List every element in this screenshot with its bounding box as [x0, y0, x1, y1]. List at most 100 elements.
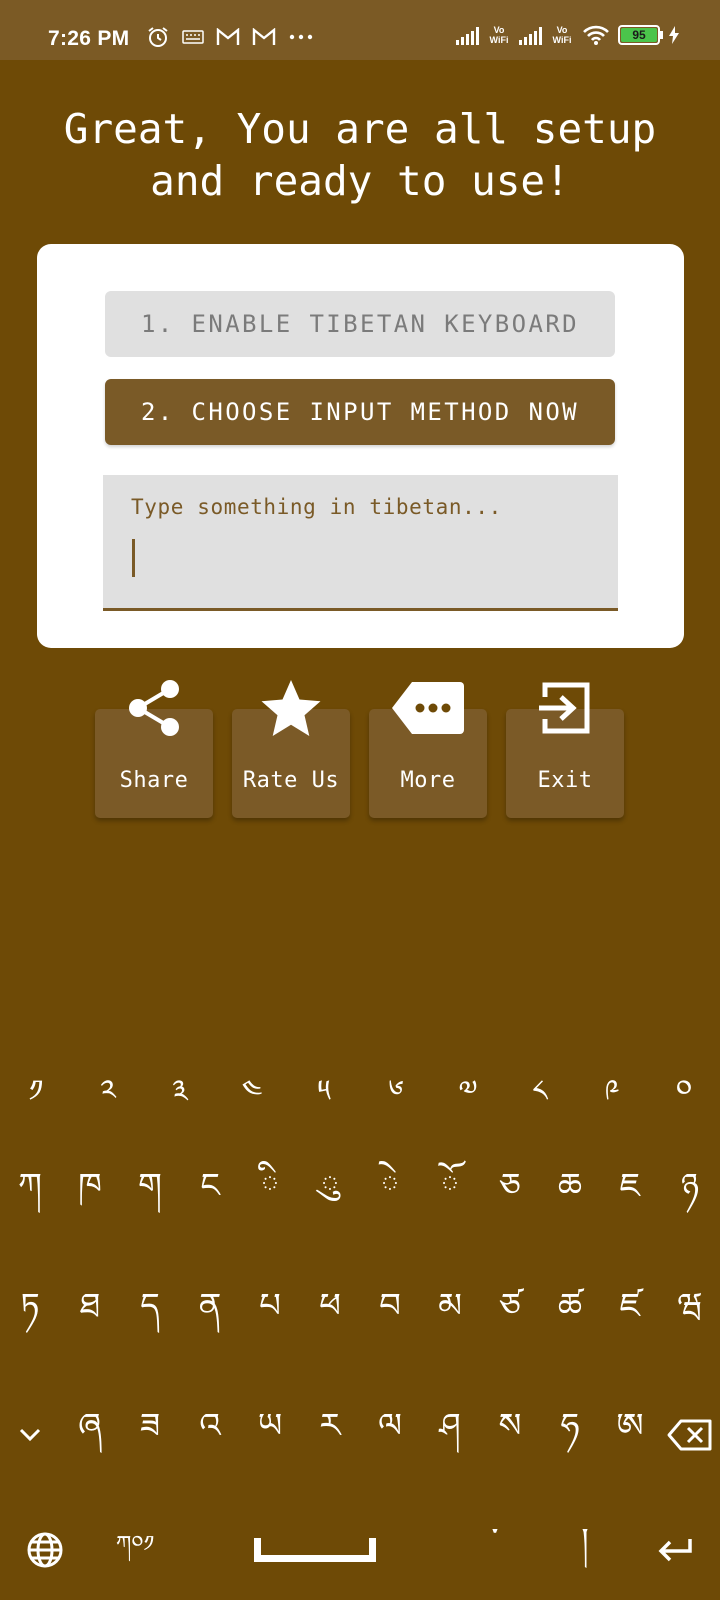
key[interactable]: ཟ — [120, 1380, 180, 1490]
key[interactable]: ༠ — [648, 1060, 720, 1140]
key[interactable]: ས — [480, 1380, 540, 1490]
rate-us-button[interactable]: Rate Us — [232, 672, 350, 818]
status-right-icons: Vo WiFi Vo WiFi 95 — [456, 24, 680, 46]
share-icon — [129, 680, 179, 736]
more-dots-icon — [289, 34, 313, 40]
key[interactable]: ཡ — [240, 1380, 300, 1490]
enable-keyboard-button[interactable]: 1. ENABLE TIBETAN KEYBOARD — [105, 291, 615, 357]
symbols-key[interactable]: ཀ༠༡ — [90, 1500, 180, 1600]
key[interactable]: ༧ — [432, 1060, 504, 1140]
key[interactable]: ༣ — [144, 1060, 216, 1140]
language-switch-key[interactable] — [0, 1500, 90, 1600]
exit-icon — [539, 682, 590, 734]
tsheg-key[interactable]: ་ — [450, 1500, 540, 1600]
key[interactable]: ལ — [360, 1380, 420, 1490]
key[interactable]: མ — [420, 1260, 480, 1370]
battery-icon: 95 — [618, 25, 663, 45]
key[interactable]: ཛ — [600, 1260, 660, 1370]
enter-icon — [658, 1539, 692, 1562]
keyboard-row-bottom: ཀ༠༡ ་ ། — [0, 1500, 720, 1600]
keyboard-row-4: ཞ ཟ འ ཡ ར ལ ཤ ས ཧ ཨ — [0, 1380, 720, 1490]
alarm-icon — [148, 27, 168, 47]
status-left-icons — [146, 25, 314, 49]
key[interactable]: ན — [180, 1260, 240, 1370]
key[interactable]: ར — [300, 1380, 360, 1490]
action-buttons: Share Rate Us More Exit — [95, 672, 624, 818]
keyboard-icon — [182, 30, 204, 44]
choose-input-method-button[interactable]: 2. CHOOSE INPUT METHOD NOW — [105, 379, 615, 445]
signal-icon — [519, 25, 542, 45]
gmail-icon — [252, 28, 276, 45]
key[interactable]: ང — [180, 1140, 240, 1250]
key[interactable]: འ — [180, 1380, 240, 1490]
key[interactable]: བ — [360, 1260, 420, 1370]
shad-key[interactable]: ། — [540, 1500, 630, 1600]
signal-icon — [456, 25, 479, 45]
keyboard-row-2: ཀ ཁ ག ང ◌ི ◌ུ ◌ེ ◌ོ ཅ ཆ ཇ ཉ — [0, 1140, 720, 1250]
key[interactable]: ༥ — [288, 1060, 360, 1140]
text-cursor — [132, 539, 135, 577]
space-bar-icon — [254, 1538, 376, 1562]
rate-us-label: Rate Us — [242, 768, 340, 793]
status-bar: 7:26 PM Vo WiFi Vo WiFi 95 — [0, 0, 720, 60]
gmail-icon — [216, 28, 240, 45]
key[interactable]: ◌ོ — [420, 1140, 480, 1250]
vowifi-label: Vo WiFi — [489, 25, 509, 45]
space-key[interactable] — [180, 1500, 450, 1600]
key[interactable]: ཀ — [0, 1140, 60, 1250]
key[interactable]: ༦ — [360, 1060, 432, 1140]
key[interactable]: ཤ — [420, 1380, 480, 1490]
key[interactable]: ཉ — [660, 1140, 720, 1250]
key[interactable]: ཨ — [600, 1380, 660, 1490]
key[interactable]: ༡ — [0, 1060, 72, 1140]
key[interactable]: ཐ — [60, 1260, 120, 1370]
globe-icon — [27, 1532, 63, 1568]
key[interactable]: ༨ — [504, 1060, 576, 1140]
key[interactable]: པ — [240, 1260, 300, 1370]
setup-card: 1. ENABLE TIBETAN KEYBOARD 2. CHOOSE INP… — [37, 244, 684, 648]
key[interactable]: ཙ — [480, 1260, 540, 1370]
key[interactable]: ༢ — [72, 1060, 144, 1140]
key[interactable]: ◌ེ — [360, 1140, 420, 1250]
key[interactable]: ༩ — [576, 1060, 648, 1140]
more-button[interactable]: More — [369, 672, 487, 818]
key[interactable]: ཆ — [540, 1140, 600, 1250]
share-button[interactable]: Share — [95, 672, 213, 818]
chevron-down-icon — [19, 1428, 41, 1442]
exit-button[interactable]: Exit — [506, 672, 624, 818]
key[interactable]: ཝ — [660, 1260, 720, 1370]
key[interactable]: ◌ུ — [300, 1140, 360, 1250]
tibetan-text-input[interactable]: Type something in tibetan... — [103, 475, 618, 611]
wifi-icon — [583, 25, 609, 45]
backspace-key[interactable] — [660, 1380, 720, 1490]
share-label: Share — [119, 768, 189, 793]
headline-line-1: Great, You are all setup — [63, 105, 657, 153]
charging-icon — [669, 26, 679, 44]
key[interactable]: ཕ — [300, 1260, 360, 1370]
key[interactable]: ཅ — [480, 1140, 540, 1250]
backspace-icon — [667, 1419, 712, 1451]
enter-key[interactable] — [630, 1500, 720, 1600]
key[interactable]: ༤ — [216, 1060, 288, 1140]
vowifi-label: Vo WiFi — [552, 25, 572, 45]
key[interactable]: ཁ — [60, 1140, 120, 1250]
keyboard-row-3: ཏ ཐ ད ན པ ཕ བ མ ཙ ཚ ཛ ཝ — [0, 1260, 720, 1370]
key[interactable]: ཧ — [540, 1380, 600, 1490]
key[interactable]: ག — [120, 1140, 180, 1250]
battery-level: 95 — [632, 28, 646, 42]
key[interactable]: ◌ི — [240, 1140, 300, 1250]
star-icon — [261, 680, 321, 736]
more-label: More — [400, 768, 456, 793]
key[interactable]: ཚ — [540, 1260, 600, 1370]
input-placeholder: Type something in tibetan... — [131, 495, 502, 519]
headline-line-2: and ready to use! — [150, 157, 570, 205]
key[interactable]: ཇ — [600, 1140, 660, 1250]
headline: Great, You are all setup and ready to us… — [0, 103, 720, 207]
key[interactable]: ད — [120, 1260, 180, 1370]
hide-keyboard-key[interactable] — [0, 1380, 60, 1490]
tibetan-keyboard: ༡ ༢ ༣ ༤ ༥ ༦ ༧ ༨ ༩ ༠ ཀ ཁ ག ང ◌ི ◌ུ ◌ེ ◌ོ … — [0, 1060, 720, 1600]
exit-label: Exit — [537, 768, 593, 793]
key[interactable]: ཏ — [0, 1260, 60, 1370]
status-time: 7:26 PM — [48, 27, 130, 50]
key[interactable]: ཞ — [60, 1380, 120, 1490]
